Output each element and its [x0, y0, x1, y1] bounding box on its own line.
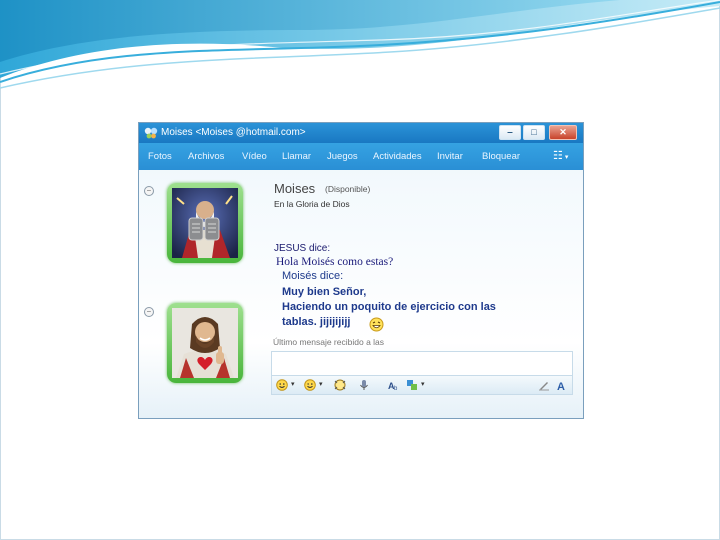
menu-fotos[interactable]: Fotos [148, 151, 172, 162]
user-avatar-frame [167, 303, 243, 383]
menu-archivos[interactable]: Archivos [188, 151, 224, 162]
slide-header-decoration [0, 0, 720, 89]
input-toolbar: ▾ ▾ A b ▾ A [271, 375, 573, 395]
menu-video[interactable]: Vídeo [242, 151, 267, 162]
message-moises-2: Haciendo un poquito de ejercicio con las [282, 301, 496, 313]
messenger-window: Moises <Moises @hotmail.com> ‒ □ ✕ Fotos… [138, 122, 584, 419]
contact-avatar-frame [167, 183, 243, 263]
font-icon[interactable]: A b [388, 379, 400, 391]
window-title: Moises <Moises @hotmail.com> [161, 127, 306, 138]
menu-actividades[interactable]: Actividades [373, 151, 422, 162]
svg-text:b: b [394, 386, 398, 391]
menu-bloquear[interactable]: Bloquear [482, 151, 520, 162]
last-message-info: Último mensaje recibido a las [273, 337, 385, 347]
minimize-button[interactable]: ‒ [499, 125, 521, 140]
laughing-emoticon-icon [369, 317, 384, 332]
pen-icon[interactable] [538, 379, 550, 391]
menu-llamar[interactable]: Llamar [282, 151, 311, 162]
collapse-user-icon[interactable]: – [144, 307, 154, 317]
action-menu-bar: Fotos Archivos Vídeo Llamar Juegos Activ… [139, 143, 583, 170]
user-avatar [172, 308, 238, 378]
emoticon-dropdown-icon[interactable]: ▾ [291, 380, 295, 388]
emoticon-icon[interactable] [276, 379, 288, 391]
contact-status: (Disponible) [325, 184, 371, 194]
menu-juegos[interactable]: Juegos [327, 151, 358, 162]
wink-icon[interactable] [304, 379, 316, 391]
voice-clip-icon[interactable] [358, 379, 370, 391]
title-bar[interactable]: Moises <Moises @hotmail.com> ‒ □ ✕ [139, 123, 583, 143]
svg-text:A: A [557, 381, 565, 391]
contact-name: Moises [274, 181, 316, 196]
menu-options-icon[interactable]: ☷ ▾ [553, 149, 568, 162]
background-icon[interactable] [406, 379, 418, 391]
message-moises-3: tablas. jijijijijj [282, 316, 351, 328]
nudge-icon[interactable] [334, 379, 346, 391]
wink-dropdown-icon[interactable]: ▾ [319, 380, 323, 388]
message-moises-1: Muy bien Señor, [282, 286, 367, 298]
msn-butterfly-icon [144, 127, 158, 139]
menu-invitar[interactable]: Invitar [437, 151, 463, 162]
contact-personal-message: En la Gloria de Dios [274, 199, 350, 209]
background-dropdown-icon[interactable]: ▾ [421, 380, 425, 388]
message-jesus: Hola Moisés como estas? [276, 256, 394, 268]
sender-line-jesus: JESUS dice: [274, 243, 331, 254]
sender-line-moises: Moisés dice: [282, 270, 344, 282]
collapse-contact-icon[interactable]: – [144, 186, 154, 196]
contact-avatar [172, 188, 238, 258]
text-format-icon[interactable]: A [556, 379, 568, 391]
maximize-button[interactable]: □ [523, 125, 545, 140]
close-button[interactable]: ✕ [549, 125, 577, 140]
